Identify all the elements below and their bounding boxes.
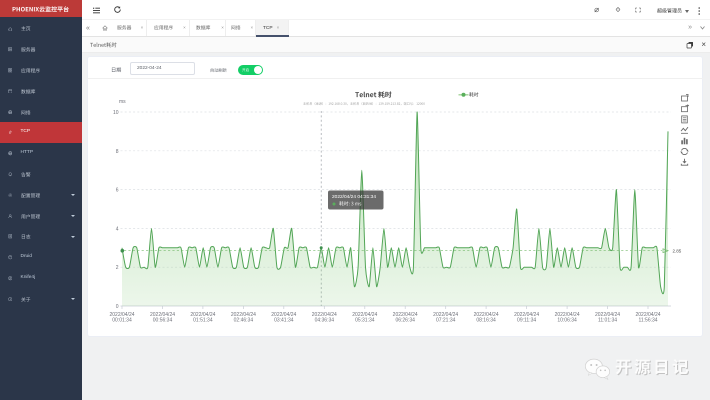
svg-text:08:16:34: 08:16:34 xyxy=(476,318,496,324)
svg-text:8: 8 xyxy=(116,149,119,155)
svg-text:2: 2 xyxy=(116,265,119,271)
svg-text:04:36:34: 04:36:34 xyxy=(315,318,335,324)
svg-text:00:01:34: 00:01:34 xyxy=(112,318,132,324)
svg-text:00:56:34: 00:56:34 xyxy=(153,318,173,324)
svg-text:02:46:34: 02:46:34 xyxy=(234,318,254,324)
svg-text:11:01:34: 11:01:34 xyxy=(598,318,617,324)
svg-text:01:51:34: 01:51:34 xyxy=(193,318,213,324)
svg-text:05:31:34: 05:31:34 xyxy=(355,318,375,324)
svg-text:ms: ms xyxy=(119,99,126,105)
svg-text:03:41:34: 03:41:34 xyxy=(274,318,294,324)
svg-text:4: 4 xyxy=(116,226,119,232)
svg-text:11:56:34: 11:56:34 xyxy=(638,318,657,324)
svg-text:0: 0 xyxy=(116,304,119,310)
svg-text:09:11:34: 09:11:34 xyxy=(517,318,536,324)
svg-text:07:21:34: 07:21:34 xyxy=(436,318,456,324)
svg-text:2.85: 2.85 xyxy=(673,248,682,253)
svg-text:10:06:34: 10:06:34 xyxy=(557,318,577,324)
svg-text:06:26:34: 06:26:34 xyxy=(395,318,415,324)
svg-text:2022/04/24 04:31:34: 2022/04/24 04:31:34 xyxy=(332,194,376,200)
svg-text:6: 6 xyxy=(116,188,119,194)
svg-text:10: 10 xyxy=(113,110,119,116)
